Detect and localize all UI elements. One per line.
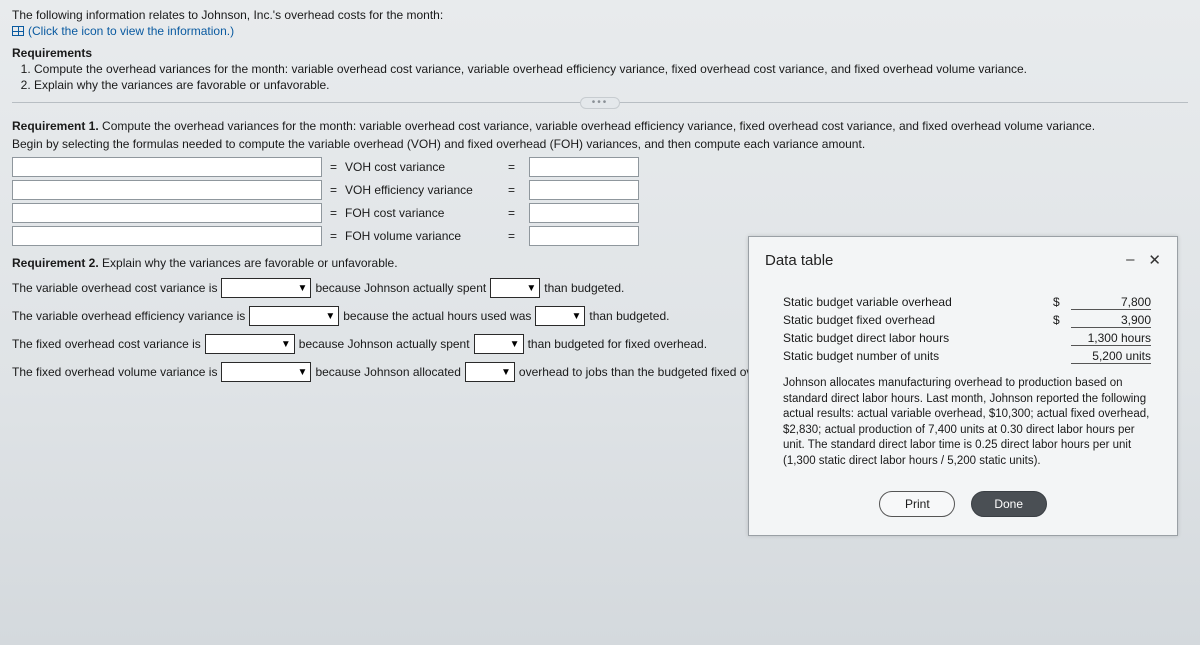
chevron-down-icon: ▼ [501,367,511,378]
chevron-down-icon: ▼ [281,339,291,350]
equals-sign: = [330,160,337,174]
formula-row-voh-eff: = VOH efficiency variance = [12,180,1188,200]
more-less-dropdown[interactable]: ▼ [535,306,585,326]
variance-amount-input[interactable] [529,203,639,223]
chevron-down-icon: ▼ [526,283,536,294]
more-less-dropdown[interactable]: ▼ [474,334,524,354]
minimize-icon[interactable]: – [1126,251,1134,269]
formula-select[interactable] [12,203,322,223]
favorability-dropdown[interactable]: ▼ [205,334,295,354]
table-icon [12,26,24,36]
view-info-link[interactable]: (Click the icon to view the information.… [12,24,1188,38]
table-row: Static budget direct labor hours 1,300 h… [783,331,1151,346]
table-row: Static budget variable overhead $ 7,800 [783,295,1151,310]
favorability-dropdown[interactable]: ▼ [221,362,311,382]
favorability-dropdown[interactable]: ▼ [221,278,311,298]
equals-sign: = [508,206,515,220]
chevron-down-icon: ▼ [571,311,581,322]
chevron-down-icon: ▼ [325,311,335,322]
data-table: Static budget variable overhead $ 7,800 … [783,295,1151,364]
requirement-item: Explain why the variances are favorable … [34,78,1188,92]
requirements-list: Compute the overhead variances for the m… [12,62,1188,92]
formula-select[interactable] [12,180,322,200]
close-icon[interactable]: ✕ [1148,251,1161,269]
chevron-down-icon: ▼ [298,283,308,294]
data-paragraph: Johnson allocates manufacturing overhead… [783,376,1151,469]
variance-amount-input[interactable] [529,157,639,177]
variance-amount-input[interactable] [529,180,639,200]
req1-subtext: Begin by selecting the formulas needed t… [12,137,1188,151]
formula-select[interactable] [12,157,322,177]
variance-label: FOH volume variance [345,229,500,243]
problem-intro: The following information relates to Joh… [12,8,1188,22]
formula-row-foh-cost: = FOH cost variance = [12,203,1188,223]
print-button[interactable]: Print [879,491,955,517]
table-row: Static budget fixed overhead $ 3,900 [783,313,1151,328]
view-info-text: (Click the icon to view the information.… [28,24,234,38]
popup-title: Data table [765,252,833,269]
variance-label: FOH cost variance [345,206,500,220]
variance-amount-input[interactable] [529,226,639,246]
done-button[interactable]: Done [971,491,1047,517]
equals-sign: = [508,160,515,174]
table-row: Static budget number of units 5,200 unit… [783,349,1151,364]
formula-row-voh-cost: = VOH cost variance = [12,157,1188,177]
requirements-heading: Requirements [12,46,1188,60]
equals-sign: = [508,229,515,243]
equals-sign: = [330,206,337,220]
chevron-down-icon: ▼ [510,339,520,350]
req1-heading: Requirement 1. Compute the overhead vari… [12,119,1188,133]
collapse-handle[interactable]: ••• [580,97,620,109]
more-less-dropdown[interactable]: ▼ [490,278,540,298]
variance-label: VOH efficiency variance [345,183,500,197]
equals-sign: = [330,229,337,243]
requirement-item: Compute the overhead variances for the m… [34,62,1188,76]
data-table-popup: Data table – ✕ Static budget variable ov… [748,236,1178,536]
favorability-dropdown[interactable]: ▼ [249,306,339,326]
equals-sign: = [330,183,337,197]
equals-sign: = [508,183,515,197]
variance-label: VOH cost variance [345,160,500,174]
chevron-down-icon: ▼ [298,367,308,378]
formula-select[interactable] [12,226,322,246]
more-less-dropdown[interactable]: ▼ [465,362,515,382]
